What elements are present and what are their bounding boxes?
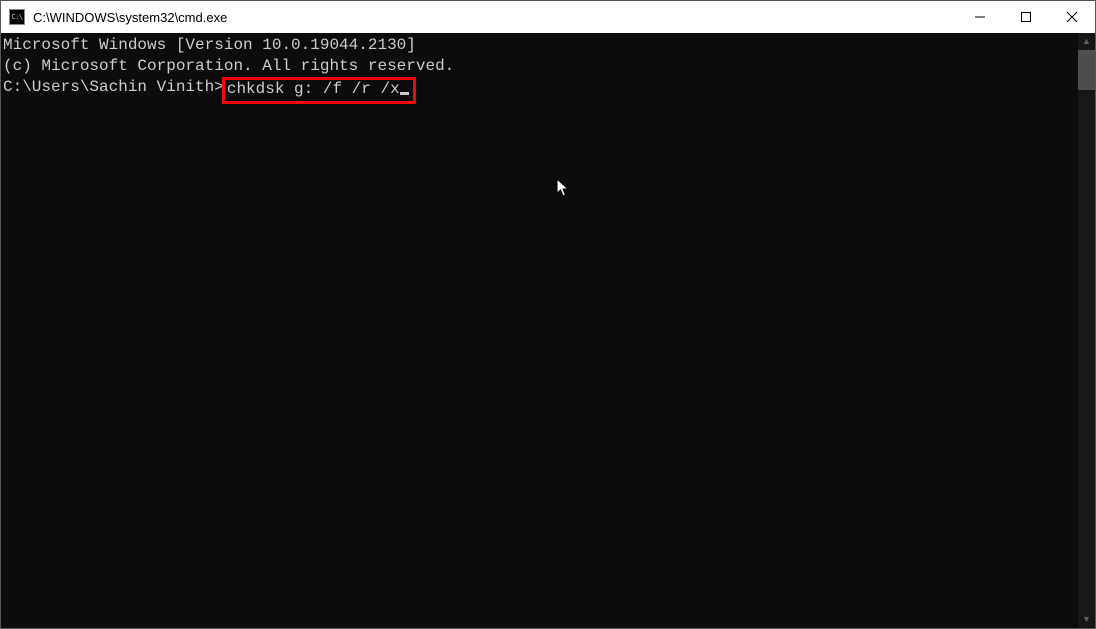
scroll-down-button[interactable]: ▼ <box>1078 611 1095 628</box>
scroll-up-button[interactable]: ▲ <box>1078 33 1095 50</box>
close-button[interactable] <box>1049 1 1095 33</box>
maximize-icon <box>1021 12 1031 22</box>
minimize-icon <box>975 12 985 22</box>
command-text: chkdsk g: /f /r /x <box>227 80 400 98</box>
prompt-line: C:\Users\Sachin Vinith>chkdsk g: /f /r /… <box>3 77 1078 104</box>
window-controls <box>957 1 1095 33</box>
chevron-down-icon: ▼ <box>1082 615 1091 624</box>
cmd-window: C:\ C:\WINDOWS\system32\cmd.exe Microsof… <box>0 0 1096 629</box>
titlebar[interactable]: C:\ C:\WINDOWS\system32\cmd.exe <box>1 1 1095 33</box>
scrollbar-thumb[interactable] <box>1078 50 1095 90</box>
cmd-icon: C:\ <box>9 9 25 25</box>
command-highlight: chkdsk g: /f /r /x <box>222 77 416 104</box>
version-line: Microsoft Windows [Version 10.0.19044.21… <box>3 35 1078 56</box>
copyright-line: (c) Microsoft Corporation. All rights re… <box>3 56 1078 77</box>
terminal-output[interactable]: Microsoft Windows [Version 10.0.19044.21… <box>1 33 1078 628</box>
close-icon <box>1067 12 1077 22</box>
prompt-text: C:\Users\Sachin Vinith> <box>3 78 224 96</box>
maximize-button[interactable] <box>1003 1 1049 33</box>
window-title: C:\WINDOWS\system32\cmd.exe <box>33 10 227 25</box>
mouse-cursor-icon <box>479 157 493 177</box>
chevron-up-icon: ▲ <box>1082 37 1091 46</box>
content-area: Microsoft Windows [Version 10.0.19044.21… <box>1 33 1095 628</box>
vertical-scrollbar[interactable]: ▲ ▼ <box>1078 33 1095 628</box>
minimize-button[interactable] <box>957 1 1003 33</box>
text-cursor <box>400 92 409 95</box>
scrollbar-track[interactable] <box>1078 50 1095 611</box>
